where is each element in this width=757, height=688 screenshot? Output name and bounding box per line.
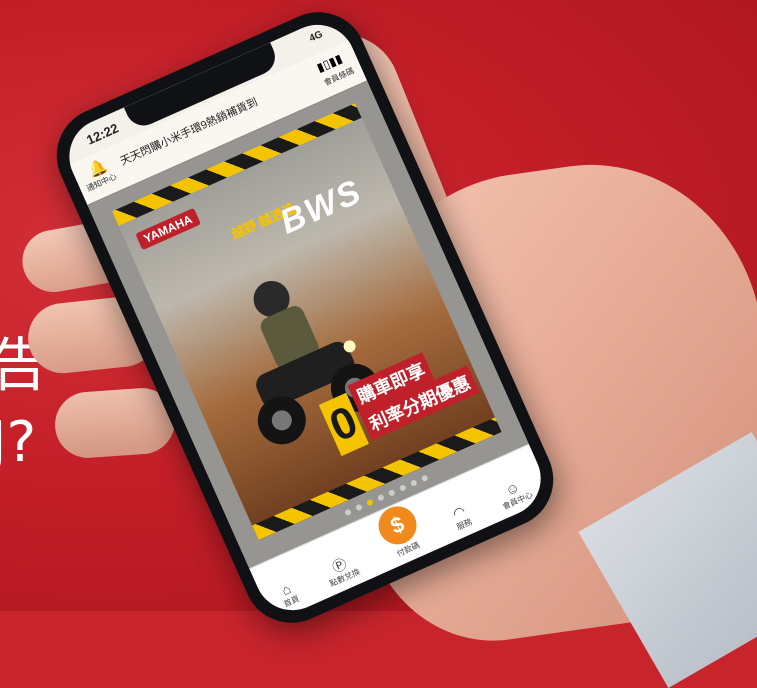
hand-finger: [52, 385, 178, 461]
status-network: 4G: [307, 28, 325, 45]
model-name: BWS: [274, 172, 368, 242]
nav-pay[interactable]: $ 付款碼: [372, 500, 427, 562]
nav-home[interactable]: ⌂ 首頁: [275, 579, 301, 610]
nav-points[interactable]: Ⓟ 點數兌換: [322, 552, 362, 590]
nav-member[interactable]: ☺ 會員中心: [494, 475, 534, 513]
background-text-line-2: J?: [0, 410, 37, 475]
brand-logo: YAMAHA: [135, 207, 201, 251]
motorcycle-rider-image: [253, 280, 379, 445]
nav-service[interactable]: ◠ 服務: [448, 502, 474, 533]
